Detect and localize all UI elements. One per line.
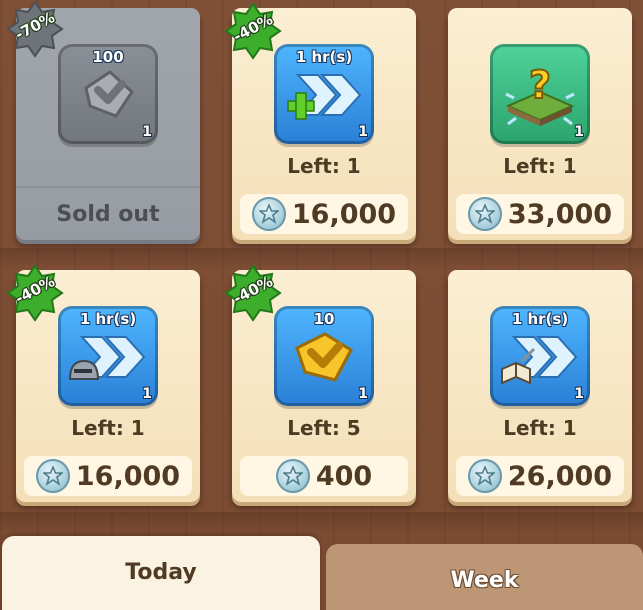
item-duration-label: 1 hr(s) (79, 310, 137, 328)
item-quantity: 1 (574, 124, 584, 140)
item-icon-tile: 1 hr(s) 1 (274, 44, 374, 144)
tab-week-label: Week (450, 568, 519, 593)
tab-week[interactable]: Week (326, 544, 643, 610)
speedup-plus-icon (287, 74, 362, 120)
stock-left-label: Left: 1 (503, 416, 577, 440)
item-quantity: 1 (358, 124, 368, 140)
silver-coin-icon (35, 459, 70, 493)
price-label: 16,000 (291, 198, 397, 230)
item-icon-tile: ? 1 (490, 44, 590, 144)
shop-item-card-6[interactable]: 1 hr(s) 1 Left: 1 26,000 (448, 270, 632, 502)
item-quantity: 1 (142, 124, 152, 140)
price-label: 26,000 (507, 460, 613, 492)
shelf-divider (0, 248, 643, 268)
price-label: 16,000 (75, 460, 181, 492)
mystery-tile-icon: ? (505, 62, 575, 126)
price-button[interactable]: 26,000 (456, 456, 624, 496)
stock-left-label: Left: 1 (287, 154, 361, 178)
item-quantity: 1 (142, 386, 152, 402)
item-icon-tile: 1 hr(s) 1 (58, 306, 158, 406)
shop-item-card-3[interactable]: ? 1 Left: 1 33,000 (448, 8, 632, 240)
stock-left-label: Left: 1 (71, 416, 145, 440)
item-icon-tile: 10 1 (274, 306, 374, 406)
gold-shield-icon (295, 332, 353, 382)
tab-today[interactable]: Today (2, 536, 320, 610)
tab-today-label: Today (125, 560, 197, 585)
price-label: 400 (315, 460, 373, 492)
svg-text:?: ? (529, 63, 551, 107)
speedup-book-icon (501, 336, 578, 385)
item-icon-tile: 100 1 (58, 44, 158, 144)
shelf-divider (0, 512, 643, 532)
silver-coin-icon (467, 197, 502, 231)
gray-shield-icon (84, 70, 134, 118)
sold-out-bar: Sold out (16, 186, 200, 240)
speedup-helmet-icon (68, 336, 146, 380)
item-duration-label: 1 hr(s) (511, 310, 569, 328)
price-label: 33,000 (507, 198, 613, 230)
silver-coin-icon (275, 459, 310, 493)
price-button[interactable]: 16,000 (240, 194, 408, 234)
silver-coin-icon (467, 459, 502, 493)
silver-coin-icon (251, 197, 286, 231)
item-duration-label: 1 hr(s) (295, 48, 353, 66)
discount-badge: -40% (224, 2, 282, 60)
price-button[interactable]: 16,000 (24, 456, 192, 496)
price-button[interactable]: 33,000 (456, 194, 624, 234)
item-amount-label: 10 (313, 310, 335, 328)
discount-badge: -40% (224, 264, 282, 322)
item-icon-tile: 1 hr(s) 1 (490, 306, 590, 406)
item-quantity: 1 (358, 386, 368, 402)
item-amount-label: 100 (92, 48, 124, 66)
discount-badge: -70% (6, 0, 64, 58)
stock-left-label: Left: 1 (503, 154, 577, 178)
stock-left-label: Left: 5 (287, 416, 361, 440)
price-button[interactable]: 400 (240, 456, 408, 496)
sold-out-label: Sold out (56, 201, 160, 227)
discount-badge: -40% (6, 264, 64, 322)
item-quantity: 1 (574, 386, 584, 402)
